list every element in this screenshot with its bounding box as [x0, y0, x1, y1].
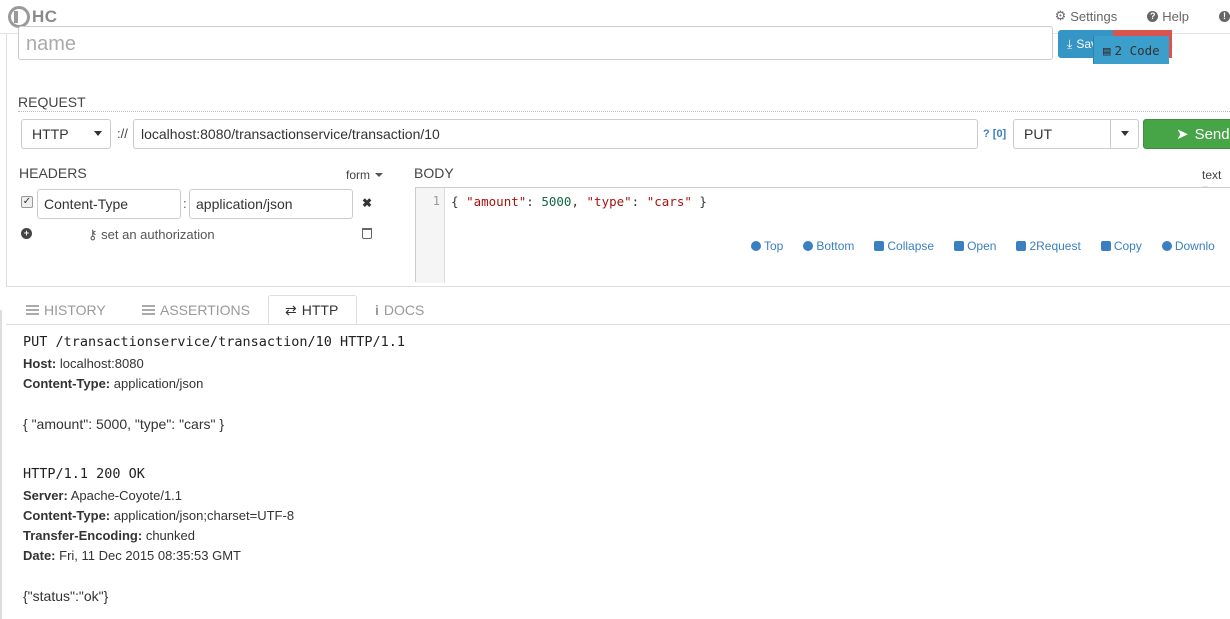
arrow-up-icon: [751, 241, 761, 251]
request-body-output: { "amount": 5000, "type": "cars" }: [23, 416, 225, 432]
panel-separator: [6, 286, 1230, 287]
app-logo[interactable]: HC: [8, 6, 58, 28]
add-header-icon[interactable]: +: [21, 228, 32, 239]
copy-button[interactable]: Copy: [1100, 239, 1142, 253]
help-label: Help: [1162, 8, 1189, 24]
url-separator: ://: [117, 126, 128, 141]
response-header-row: Content-Type: application/json;charset=U…: [23, 508, 295, 523]
request-header-row: Content-Type: application/json: [23, 376, 204, 391]
list-icon: [26, 305, 39, 315]
account-link[interactable]: !: [1219, 8, 1230, 24]
send-button[interactable]: ➤ Send: [1143, 119, 1230, 149]
action-buttons: ⤓ Save ▤ 2 Code ▥ Re: [1058, 30, 1173, 64]
paper-plane-icon: ➤: [1176, 126, 1189, 143]
open-button[interactable]: Open: [954, 239, 996, 253]
logo-text: HC: [32, 7, 58, 26]
headers-mode-toggle[interactable]: form: [346, 168, 383, 182]
protocol-select[interactable]: HTTP: [21, 119, 111, 149]
exchange-icon: ⇄: [285, 301, 297, 318]
remove-header-icon[interactable]: ✖: [362, 196, 372, 210]
body-code[interactable]: { "amount": 5000, "type": "cars" }: [451, 194, 707, 209]
help-link[interactable]: ? Help: [1147, 8, 1189, 24]
plus-square-icon: [954, 241, 965, 251]
left-border: [6, 34, 7, 286]
top-button[interactable]: Top: [751, 239, 783, 253]
info-icon: i: [375, 302, 379, 318]
request-name-input[interactable]: name: [18, 26, 1053, 60]
download-button[interactable]: Downlo: [1161, 239, 1215, 253]
gear-icon: ⚙: [1054, 8, 1067, 23]
list-icon: [142, 305, 155, 315]
download-icon: ⤓: [1067, 36, 1073, 51]
body-section-label: BODY: [414, 165, 454, 181]
to-request-button[interactable]: 2Request: [1016, 239, 1081, 253]
method-dropdown-toggle[interactable]: [1110, 120, 1138, 148]
code-button[interactable]: ▤ 2 Code: [1093, 36, 1169, 64]
request-section-label: REQUEST: [18, 94, 86, 110]
settings-label: Settings: [1070, 8, 1118, 24]
request-header-row: Host: localhost:8080: [23, 356, 144, 371]
tab-history[interactable]: HISTORY: [26, 302, 106, 318]
set-authorization-link[interactable]: ⚷ set an authorization: [88, 227, 215, 243]
request-line: PUT /transactionservice/transaction/10 H…: [23, 334, 406, 350]
body-editor[interactable]: 1 { "amount": 5000, "type": "cars" } Top…: [415, 187, 1230, 283]
tab-docs[interactable]: i DOCS: [375, 302, 424, 318]
editor-toolbar: Top Bottom Collapse Open 2Request Copy D…: [751, 239, 1230, 253]
logo-icon: [8, 6, 30, 28]
files-icon: [1016, 241, 1027, 251]
file-icon: ▤: [1103, 42, 1111, 58]
url-input[interactable]: localhost:8080/transactionservice/transa…: [133, 119, 978, 149]
bottom-button[interactable]: Bottom: [803, 239, 854, 253]
copy-icon: [1100, 241, 1111, 251]
url-help-link[interactable]: ? [0]: [983, 128, 1006, 140]
download-icon: [1161, 241, 1172, 251]
status-line: HTTP/1.1 200 OK: [23, 466, 145, 482]
tab-http[interactable]: ⇄ HTTP: [268, 295, 357, 325]
response-header-row: Transfer-Encoding: chunked: [23, 528, 195, 543]
arrow-down-icon: [803, 241, 814, 251]
response-header-row: Server: Apache-Coyote/1.1: [23, 488, 183, 503]
trash-icon[interactable]: [362, 228, 372, 239]
header-value-input[interactable]: application/json: [189, 189, 353, 219]
question-icon: ?: [1147, 10, 1159, 22]
caret-down-icon: [94, 131, 102, 136]
response-body-output: {"status":"ok"}: [23, 588, 109, 604]
tabs-underline: [6, 324, 1230, 325]
header-enabled-checkbox[interactable]: ✓: [21, 196, 33, 208]
tab-assertions[interactable]: ASSERTIONS: [142, 302, 250, 318]
header-name-input[interactable]: Content-Type: [37, 189, 181, 219]
caret-down-icon: [1121, 131, 1129, 136]
left-edge: [0, 310, 2, 619]
settings-link[interactable]: ⚙ Settings: [1055, 8, 1118, 24]
editor-gutter: 1: [416, 188, 445, 283]
divider: [18, 111, 1230, 112]
response-header-row: Date: Fri, 11 Dec 2015 08:35:53 GMT: [23, 548, 241, 563]
account-icon: !: [1219, 10, 1230, 22]
header-colon: :: [183, 196, 187, 211]
collapse-button[interactable]: Collapse: [874, 239, 934, 253]
headers-section-label: HEADERS: [19, 165, 87, 181]
key-icon: ⚷: [88, 227, 98, 242]
minus-square-icon: [874, 241, 885, 251]
caret-down-icon: [375, 173, 383, 177]
